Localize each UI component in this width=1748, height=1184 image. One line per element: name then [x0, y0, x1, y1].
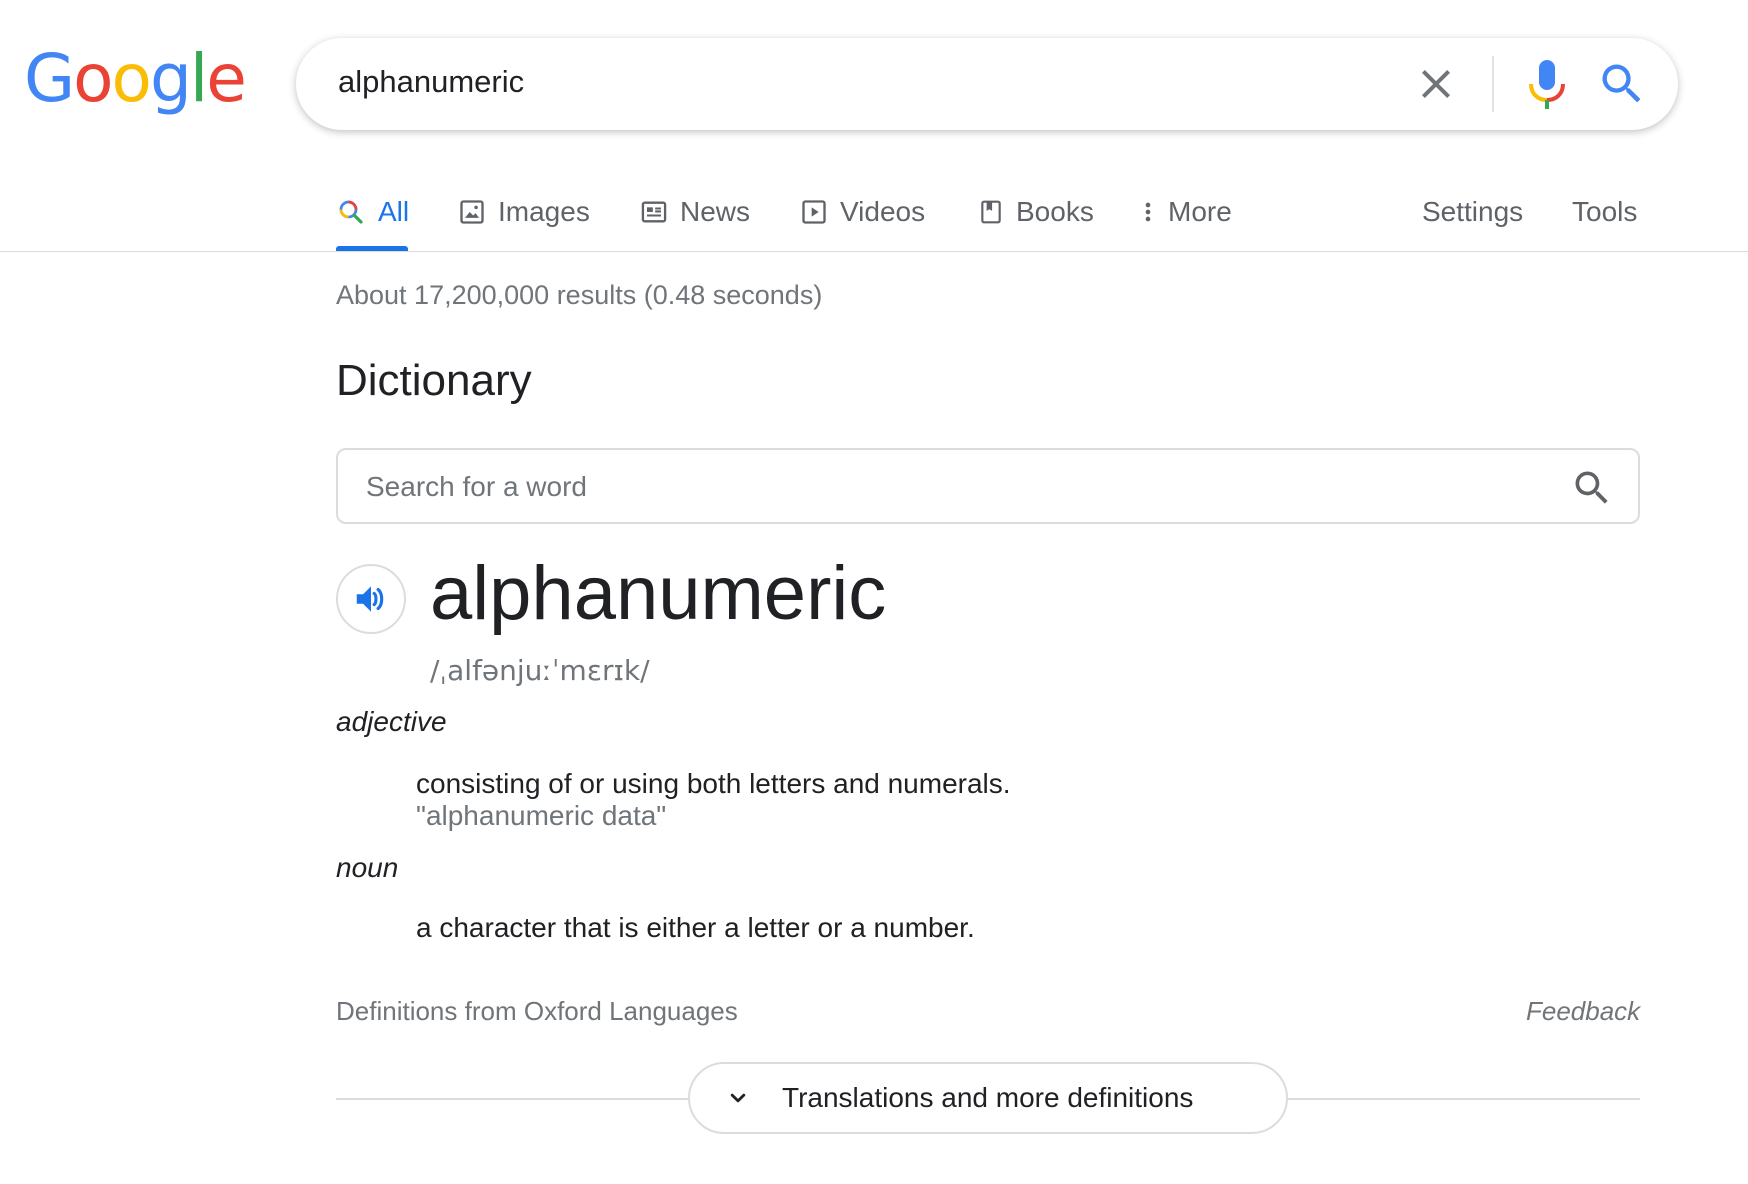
google-logo[interactable]: Google [24, 40, 247, 117]
logo-letter: o [73, 40, 113, 117]
header-divider [0, 251, 1748, 252]
tab-label: Images [498, 196, 590, 227]
tab-books[interactable]: Books [978, 188, 1094, 236]
search-box[interactable]: alphanumeric [296, 38, 1678, 130]
phonetic: /ˌalfənjuːˈmɛrɪk/ [430, 654, 650, 687]
definition: consisting of or using both letters and … [416, 768, 1011, 799]
dictionary-heading: Dictionary [336, 356, 532, 405]
search-input[interactable]: alphanumeric [338, 64, 524, 100]
tab-images[interactable]: Images [458, 188, 590, 236]
voice-search-button[interactable] [1520, 56, 1574, 112]
more-definitions-button[interactable]: Translations and more definitions [688, 1062, 1288, 1134]
tab-more[interactable]: More [1140, 188, 1232, 236]
tab-label: All [378, 196, 410, 227]
search-icon [339, 200, 363, 224]
more-vert-icon [1145, 202, 1151, 222]
tab-label: News [680, 196, 751, 227]
definition: a character that is either a letter or a… [416, 912, 975, 943]
feedback-link[interactable]: Feedback [1526, 996, 1640, 1027]
example-sentence: "alphanumeric data" [416, 800, 667, 831]
part-of-speech: adjective [336, 706, 447, 737]
tools-link[interactable]: Tools [1572, 188, 1637, 236]
play-icon [802, 200, 826, 224]
tab-label: Videos [840, 196, 926, 227]
image-icon [460, 200, 484, 224]
word-search-input[interactable] [364, 466, 1518, 508]
tab-all[interactable]: All [336, 188, 409, 236]
search-icon [1575, 471, 1608, 504]
headword: alphanumeric [430, 551, 887, 636]
book-icon [981, 200, 1001, 224]
logo-letter: g [149, 40, 192, 117]
search-button[interactable] [1596, 58, 1648, 110]
logo-letter: o [111, 40, 152, 117]
clear-search-button[interactable] [1412, 60, 1460, 108]
speaker-icon [356, 586, 384, 612]
pronunciation-button[interactable] [336, 564, 406, 634]
news-icon [641, 201, 667, 223]
search-icon [1602, 64, 1641, 103]
result-stats: About 17,200,000 results (0.48 seconds) [336, 280, 823, 310]
word-search-button[interactable] [1570, 466, 1614, 510]
tab-news[interactable]: News [640, 188, 750, 236]
logo-letter: e [206, 40, 247, 117]
settings-link[interactable]: Settings [1422, 188, 1523, 236]
chevron-down-icon [724, 1084, 752, 1112]
close-icon [1422, 70, 1450, 98]
logo-letter: G [24, 40, 75, 117]
tab-videos[interactable]: Videos [800, 188, 925, 236]
definitions-source[interactable]: Definitions from Oxford Languages [336, 996, 738, 1027]
word-search-box[interactable] [336, 448, 1640, 524]
tab-label: Books [1016, 196, 1094, 227]
more-definitions-label: Translations and more definitions [782, 1082, 1194, 1113]
mic-icon [1529, 60, 1565, 109]
logo-letter: l [189, 40, 208, 117]
search-divider [1492, 56, 1494, 112]
tab-label: More [1168, 196, 1232, 227]
part-of-speech: noun [336, 852, 399, 883]
